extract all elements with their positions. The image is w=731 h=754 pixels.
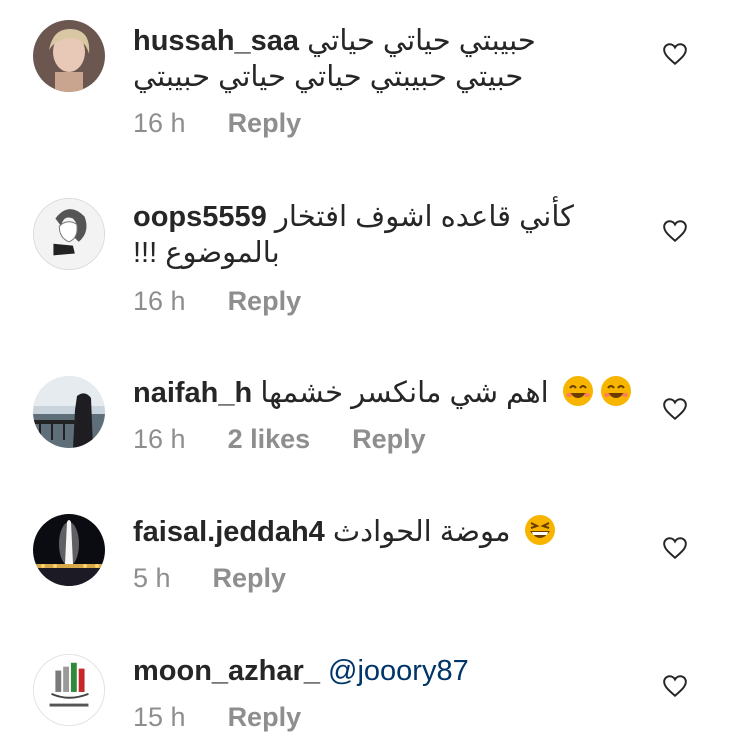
comment-time: 15 h	[133, 702, 186, 732]
avatar[interactable]	[33, 654, 105, 726]
comment-text: كأني قاعده اشوف افتخار	[274, 201, 574, 233]
avatar[interactable]	[33, 514, 105, 586]
comment-body: faisal.jeddah4 موضة الحوادث	[133, 513, 613, 550]
reply-button[interactable]: Reply	[228, 702, 302, 733]
comment-text: اهم شي مانكسر خشمها	[260, 377, 549, 409]
avatar[interactable]	[33, 376, 105, 448]
comment-meta: 16 h 2 likes Reply	[133, 424, 426, 455]
heart-icon[interactable]	[662, 536, 688, 560]
reply-button[interactable]: Reply	[213, 563, 287, 594]
avatar[interactable]	[33, 198, 105, 270]
mention-link[interactable]: @jooory87	[328, 655, 469, 687]
likes-count[interactable]: 2 likes	[228, 424, 311, 455]
comment-meta: 5 h Reply	[133, 563, 286, 594]
comment-body: moon_azhar_ @jooory87	[133, 653, 613, 689]
heart-icon[interactable]	[662, 674, 688, 698]
smiling-face-emoji	[562, 376, 593, 406]
reply-button[interactable]: Reply	[352, 424, 426, 455]
comment-text-line2: حبيتي حبيبتي حياتي حياتي حبيبتي	[133, 61, 524, 93]
comment-meta: 16 h Reply	[133, 108, 301, 139]
smiling-face-emoji	[600, 376, 631, 406]
comment-body: hussah_saa حبيبتي حياتي حياتي حبيتي حبيب…	[133, 23, 613, 95]
comment-text: حبيبتي حياتي حياتي	[307, 25, 536, 57]
grinning-squinting-face-emoji	[524, 515, 555, 545]
comment-time: 16 h	[133, 108, 186, 138]
comment-time: 16 h	[133, 424, 186, 454]
heart-icon[interactable]	[662, 42, 688, 66]
avatar[interactable]	[33, 20, 105, 92]
comment-username[interactable]: hussah_saa	[133, 25, 299, 57]
comment-body: oops5559 كأني قاعده اشوف افتخار !!! بالم…	[133, 199, 613, 271]
comment-text-line2: !!! بالموضوع	[133, 237, 280, 269]
reply-button[interactable]: Reply	[228, 108, 302, 139]
comment-meta: 15 h Reply	[133, 702, 301, 733]
comment-time: 5 h	[133, 563, 171, 593]
comment-username[interactable]: faisal.jeddah4	[133, 516, 325, 548]
comment-body: naifah_h اهم شي مانكسر خشمها	[133, 374, 631, 411]
comment-username[interactable]: oops5559	[133, 201, 267, 233]
comment-meta: 16 h Reply	[133, 286, 301, 317]
reply-button[interactable]: Reply	[228, 286, 302, 317]
comment-username[interactable]: moon_azhar_	[133, 655, 320, 687]
heart-icon[interactable]	[662, 397, 688, 421]
comment-time: 16 h	[133, 286, 186, 316]
comment-username[interactable]: naifah_h	[133, 377, 252, 409]
comment-text: موضة الحوادث	[332, 516, 511, 548]
heart-icon[interactable]	[662, 219, 688, 243]
